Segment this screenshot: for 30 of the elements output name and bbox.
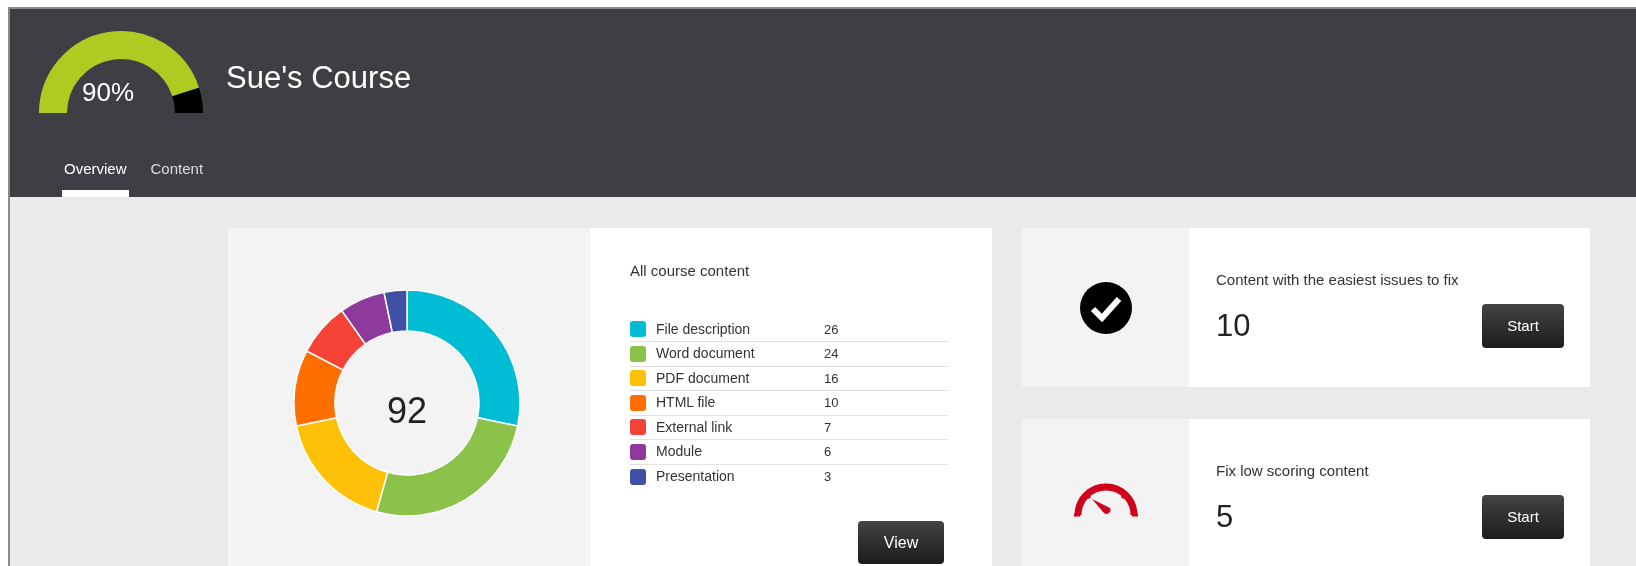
legend-count: 7 — [824, 418, 832, 437]
legend-count: 24 — [824, 345, 839, 363]
issue-count: 5 — [1216, 497, 1234, 536]
legend-count: 6 — [824, 443, 832, 461]
tab[interactable]: Overview — [62, 157, 129, 197]
legend-label: PDF document — [656, 368, 751, 388]
legend-count: 10 — [824, 394, 839, 412]
legend-count: 16 — [824, 369, 839, 388]
action-title: Content with the easiest issues to fix — [1216, 270, 1460, 290]
gauge-remainder — [172, 88, 203, 113]
legend-label: Word document — [656, 344, 756, 364]
course-title: Sue's Course — [226, 58, 412, 97]
action-title: Fix low scoring content — [1216, 461, 1370, 481]
legend-count: 26 — [824, 320, 839, 339]
view-button[interactable]: View — [858, 521, 944, 564]
score-value: 90% — [82, 76, 135, 109]
check-circle-icon — [1078, 280, 1133, 335]
start-button[interactable]: Start — [1482, 494, 1564, 539]
issue-count: 10 — [1216, 306, 1251, 345]
tab[interactable]: Content — [148, 157, 206, 197]
legend-label: File description — [656, 319, 752, 339]
legend-label: Module — [656, 442, 703, 462]
legend-count: 3 — [824, 468, 832, 486]
legend-label: HTML file — [656, 393, 717, 413]
legend-label: Presentation — [656, 467, 736, 487]
legend-label: External link — [656, 417, 734, 437]
total-count: 92 — [386, 389, 427, 433]
section-title: All course content — [630, 261, 751, 281]
start-button[interactable]: Start — [1482, 303, 1564, 348]
donut-slice — [305, 309, 367, 371]
